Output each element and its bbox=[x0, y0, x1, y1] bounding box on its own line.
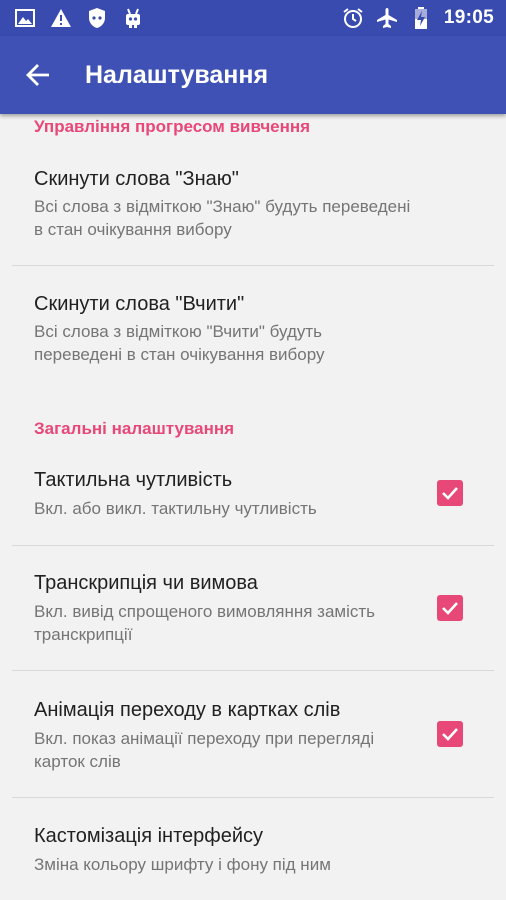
check-icon bbox=[442, 728, 458, 741]
check-icon bbox=[442, 487, 458, 500]
page-title: Налаштування bbox=[85, 61, 269, 89]
settings-list: Управління прогресом вивчення Скинути сл… bbox=[0, 114, 506, 900]
check-icon bbox=[442, 602, 458, 615]
airplane-icon bbox=[376, 7, 398, 29]
status-bar: 19:05 bbox=[0, 0, 506, 36]
pref-summary: Вкл. або викл. тактильну чутливість bbox=[34, 499, 317, 518]
pref-summary: Всі слова з відміткою "Вчити" будуть пер… bbox=[34, 322, 325, 364]
pref-title: Тактильна чутливість bbox=[34, 469, 233, 491]
haptic-checkbox[interactable] bbox=[437, 480, 463, 506]
pref-reset-learn[interactable]: Скинути слова "Вчити" Всі слова з відміт… bbox=[0, 266, 506, 386]
pref-card-animation[interactable]: Анімація переходу в картках слів Вкл. по… bbox=[0, 671, 506, 797]
pref-summary: Вкл. вивід спрощеного вимовляння замість… bbox=[34, 602, 376, 644]
alarm-icon bbox=[342, 7, 364, 29]
pref-summary: Зміна кольору шрифту і фону під ним bbox=[34, 855, 331, 874]
pref-interface-customization[interactable]: Кастомізація інтерфейсу Зміна кольору шр… bbox=[0, 798, 506, 900]
animation-checkbox[interactable] bbox=[437, 721, 463, 747]
pref-haptic-feedback[interactable]: Тактильна чутливість Вкл. або викл. такт… bbox=[0, 450, 506, 545]
section-header-general: Загальні налаштування bbox=[34, 419, 235, 438]
back-button[interactable] bbox=[20, 57, 56, 93]
transcription-checkbox[interactable] bbox=[437, 595, 463, 621]
status-time: 19:05 bbox=[443, 7, 494, 28]
pref-summary: Вкл. показ анімації переходу при перегля… bbox=[34, 729, 375, 771]
arrow-back-icon bbox=[26, 64, 49, 86]
pref-title: Скинути слова "Знаю" bbox=[34, 168, 239, 190]
pref-title: Анімація переходу в картках слів bbox=[34, 699, 341, 721]
robot-icon bbox=[122, 7, 144, 29]
section-header-progress: Управління прогресом вивчення bbox=[34, 117, 311, 136]
pref-title: Кастомізація інтерфейсу bbox=[34, 825, 264, 847]
pref-title: Транскрипція чи вимова bbox=[34, 572, 258, 594]
battery-charging-icon bbox=[410, 7, 432, 29]
app-bar: Налаштування bbox=[0, 36, 506, 114]
pref-summary: Всі слова з відміткою "Знаю" будуть пере… bbox=[34, 197, 411, 239]
warning-icon bbox=[50, 7, 72, 29]
pref-transcription[interactable]: Транскрипція чи вимова Вкл. вивід спроще… bbox=[0, 546, 506, 671]
pref-title: Скинути слова "Вчити" bbox=[34, 293, 245, 315]
shield-icon bbox=[86, 7, 108, 29]
pref-reset-known[interactable]: Скинути слова "Знаю" Всі слова з відмітк… bbox=[0, 150, 506, 266]
image-icon bbox=[14, 7, 36, 29]
